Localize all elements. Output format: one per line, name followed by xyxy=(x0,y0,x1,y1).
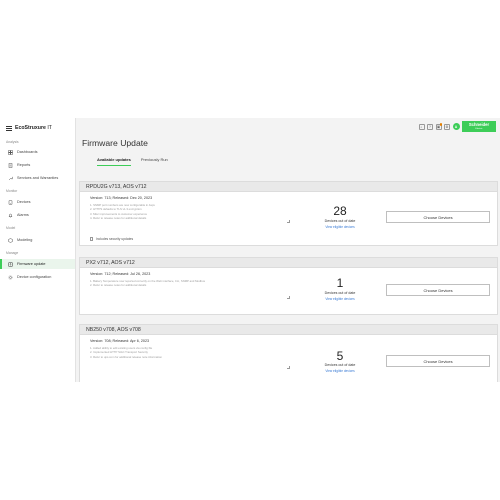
checkbox-icon[interactable] xyxy=(90,237,94,241)
card-title: RPDU2G v713, AOS v712 xyxy=(80,182,497,192)
modeling-icon xyxy=(8,237,13,243)
brand-name: EcoStruxure IT xyxy=(15,125,52,131)
release-notes: 1. SNMP port numbers are now configurabl… xyxy=(90,203,220,221)
devices-count-label: Devices out of date xyxy=(324,363,356,367)
release-notes: 1. Added ability to edit existing users … xyxy=(90,346,220,359)
choose-devices-button[interactable]: Choose Devices xyxy=(386,284,490,296)
config-icon xyxy=(8,274,13,280)
release-note: 4. Refer to release notes for additional… xyxy=(90,216,147,221)
notification-badge xyxy=(439,123,442,126)
resize-handle-icon[interactable] xyxy=(287,220,290,223)
card-version: Version: 708; Released: Apr 6, 2023 xyxy=(90,339,150,343)
release-note: 3. Refer to ups.com for additional relea… xyxy=(90,354,162,359)
card-version: Version: 712; Released: Jul 26, 2023 xyxy=(90,272,151,276)
hamburger-menu-icon[interactable] xyxy=(6,125,12,131)
sidebar-item-reports[interactable]: Reports xyxy=(0,160,75,170)
devices-count: 1 xyxy=(336,276,344,290)
dashboard-icon xyxy=(8,149,13,155)
section-label-manage: Manage xyxy=(6,251,19,255)
report-icon xyxy=(8,162,13,168)
sidebar-item-devices[interactable]: Devices xyxy=(0,197,75,207)
section-label-analysis: Analysis xyxy=(6,140,19,144)
sidebar-item-label: Firmware update xyxy=(17,262,46,266)
topbar-actions: ⌕ ? ▣ ⚙ A Schneider Electric xyxy=(418,121,496,132)
settings-icon[interactable]: ⚙ xyxy=(444,123,450,130)
brand: EcoStruxure IT xyxy=(6,125,52,131)
avatar[interactable]: A xyxy=(452,123,460,130)
bell-icon xyxy=(8,213,13,218)
sidebar-item-dashboards[interactable]: Dashboards xyxy=(0,147,75,157)
card-version: Version: 713; Released: Dec 20, 2023 xyxy=(90,196,153,200)
tab-available-updates[interactable]: Available updates xyxy=(97,157,131,166)
brand-prefix: EcoStruxure xyxy=(15,125,46,131)
sidebar-item-modeling[interactable]: Modeling xyxy=(0,235,75,245)
card-title: NB250 v708, AOS v708 xyxy=(80,325,497,335)
section-label-monitor: Monitor xyxy=(6,189,18,193)
card-title: PX2 v712, AOS v712 xyxy=(80,258,497,268)
firmware-icon xyxy=(8,262,13,267)
help-icon[interactable]: ? xyxy=(427,123,433,130)
resize-handle-icon[interactable] xyxy=(287,296,290,299)
devices-count: 28 xyxy=(333,204,347,218)
choose-devices-button[interactable]: Choose Devices xyxy=(386,355,490,367)
sidebar-item-alarms[interactable]: Alarms xyxy=(0,210,75,220)
section-label-model: Model xyxy=(6,226,16,230)
sidebar-item-device-configuration[interactable]: Device configuration xyxy=(0,272,75,282)
choose-devices-button[interactable]: Choose Devices xyxy=(386,211,490,223)
firmware-card: PX2 v712, AOS v712 Version: 712; Release… xyxy=(79,257,498,315)
sidebar-item-services[interactable]: Services and Warranties xyxy=(0,173,75,183)
sidebar-item-label: Reports xyxy=(17,163,31,167)
sidebar-item-firmware-update[interactable]: Firmware update xyxy=(0,259,75,269)
tab-previously-run[interactable]: Previously Run xyxy=(141,157,168,166)
release-notes: 1. Battery Temperature now reported corr… xyxy=(90,279,220,288)
logo-sub: Electric xyxy=(475,127,483,130)
sidebar: EcoStruxure IT Analysis Dashboards Repor… xyxy=(0,118,76,382)
search-icon[interactable]: ⌕ xyxy=(418,123,425,130)
device-icon xyxy=(8,199,13,205)
app-window: EcoStruxure IT Analysis Dashboards Repor… xyxy=(0,118,500,382)
sidebar-item-label: Alarms xyxy=(17,213,29,217)
devices-count: 5 xyxy=(336,349,344,363)
release-note: 2. Refer to release notes for additional… xyxy=(90,283,147,288)
page-title: Firmware Update xyxy=(82,138,148,148)
sidebar-item-label: Device configuration xyxy=(17,275,52,279)
sidebar-item-label: Devices xyxy=(17,200,31,204)
devices-count-label: Devices out of date xyxy=(324,219,356,223)
sidebar-item-label: Dashboards xyxy=(17,150,38,154)
brand-suffix: IT xyxy=(47,125,52,131)
firmware-card: RPDU2G v713, AOS v712 Version: 713; Rele… xyxy=(79,181,498,246)
view-eligible-devices-link[interactable]: View eligible devices xyxy=(312,297,368,301)
wrench-icon xyxy=(8,176,13,181)
firmware-card: NB250 v708, AOS v708 Version: 708; Relea… xyxy=(79,324,498,382)
sidebar-item-label: Modeling xyxy=(17,238,33,242)
tab-bar: Available updates Previously Run xyxy=(97,157,168,166)
sidebar-item-label: Services and Warranties xyxy=(17,176,59,180)
resize-handle-icon[interactable] xyxy=(287,366,290,369)
view-eligible-devices-link[interactable]: View eligible devices xyxy=(312,225,368,229)
security-label: Includes security updates xyxy=(95,237,134,241)
notification-icon[interactable]: ▣ xyxy=(435,123,442,130)
security-updates-checkbox[interactable]: Includes security updates xyxy=(90,237,133,241)
view-eligible-devices-link[interactable]: View eligible devices xyxy=(312,369,368,373)
devices-count-label: Devices out of date xyxy=(324,291,356,295)
schneider-logo: Schneider Electric xyxy=(462,121,496,132)
